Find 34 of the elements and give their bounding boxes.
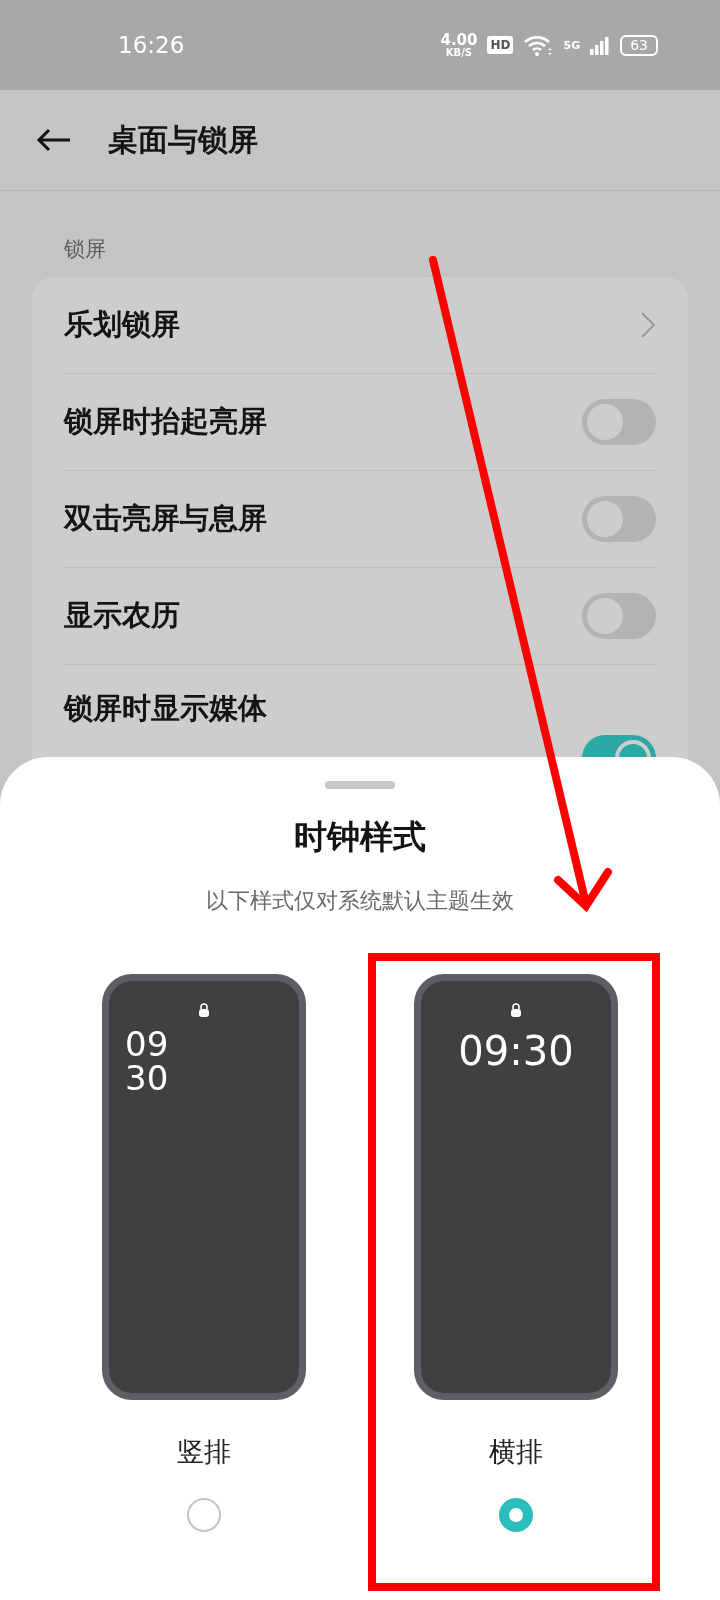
wifi-icon — [523, 34, 554, 56]
setting-title[interactable]: 乐划锁屏 — [64, 305, 640, 345]
clock-text: 30 — [125, 1061, 169, 1095]
option-label: 竖排 — [177, 1435, 231, 1469]
toggle-switch[interactable] — [582, 399, 656, 445]
setting-title[interactable]: 锁屏时显示媒体 — [64, 689, 582, 729]
setting-title[interactable]: 锁屏时抬起亮屏 — [64, 402, 582, 442]
toggle-switch[interactable] — [582, 593, 656, 639]
radio-button[interactable] — [499, 1498, 533, 1532]
phone-preview[interactable]: 09:30 — [414, 974, 618, 1400]
battery-indicator: 63 — [620, 34, 658, 56]
chevron-right-icon[interactable] — [640, 311, 656, 339]
back-icon[interactable] — [36, 128, 72, 152]
page-title: 桌面与锁屏 — [108, 120, 258, 159]
toggle-switch[interactable] — [582, 496, 656, 542]
lock-icon — [198, 1003, 210, 1017]
setting-title[interactable]: 双击亮屏与息屏 — [64, 499, 582, 539]
clock-text: 09 — [125, 1027, 169, 1061]
signal-icon — [590, 35, 611, 55]
section-label: 锁屏 — [63, 236, 107, 263]
hd-badge: HD — [487, 36, 514, 54]
network-speed: 4.00 — [440, 32, 478, 48]
sheet-subtitle: 以下样式仅对系统默认主题生效 — [206, 887, 514, 915]
drag-handle[interactable] — [325, 781, 395, 789]
status-time: 16:26 — [118, 32, 186, 58]
setting-title[interactable]: 显示农历 — [64, 596, 582, 636]
lock-icon — [510, 1003, 522, 1017]
option-label: 横排 — [489, 1435, 543, 1469]
network-type: 5G — [563, 38, 581, 52]
speed-unit: KB/S — [445, 47, 473, 58]
radio-button[interactable] — [187, 1498, 221, 1532]
sheet-title: 时钟样式 — [294, 816, 426, 858]
phone-preview[interactable]: 09 30 — [102, 974, 306, 1400]
clock-text: 09:30 — [458, 1031, 574, 1071]
